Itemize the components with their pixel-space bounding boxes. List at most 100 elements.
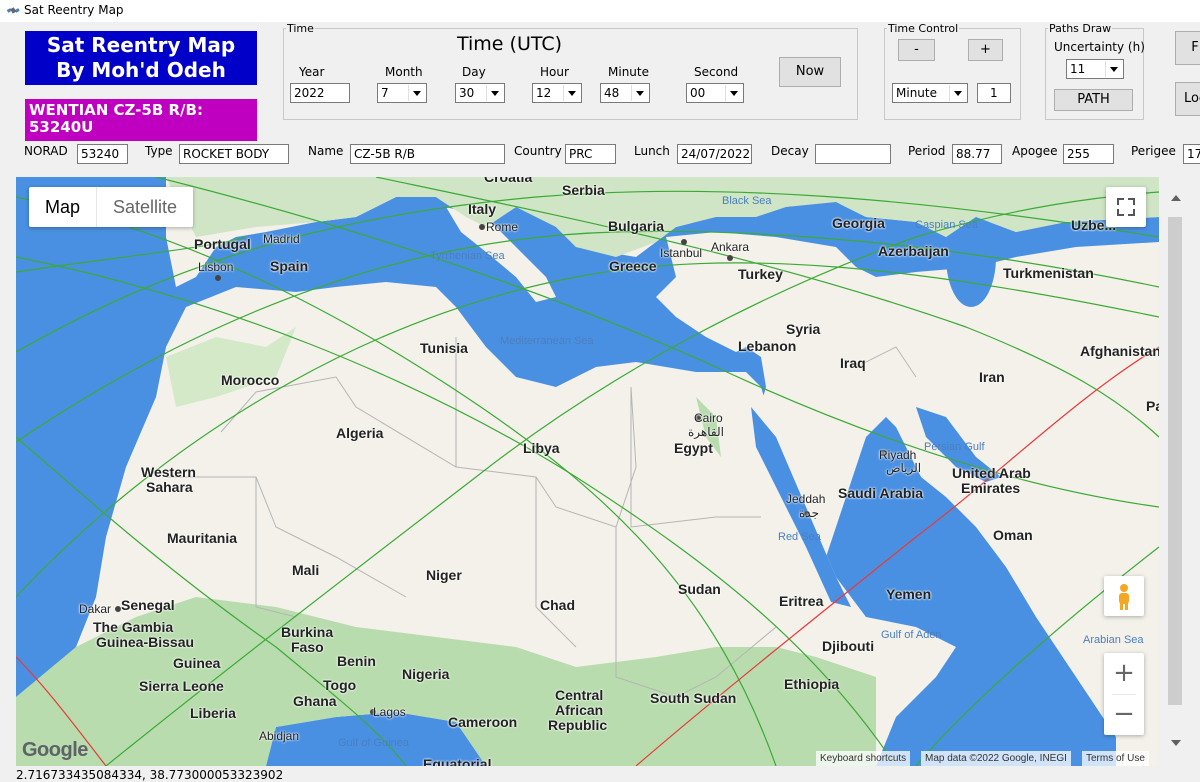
path-button[interactable]: PATH: [1054, 89, 1133, 111]
map-label-lebanon: Lebanon: [738, 338, 797, 354]
scroll-down-icon[interactable]: [1171, 740, 1181, 746]
vertical-scrollbar[interactable]: [1163, 177, 1187, 766]
paths-legend: Paths Draw: [1049, 22, 1112, 35]
keyboard-shortcuts-link[interactable]: Keyboard shortcuts: [816, 751, 911, 766]
map-label-istanbul: Istanbul: [660, 246, 703, 260]
map-label-cameroon: Cameroon: [448, 714, 518, 730]
chevron-down-icon[interactable]: [949, 85, 966, 101]
minute-select[interactable]: 48: [600, 83, 650, 103]
map-view[interactable]: Map Satellite Italy Serbia Bulgaria Geor…: [16, 177, 1159, 766]
uncertainty-label: Uncertainty (h): [1054, 40, 1145, 54]
map-label-pakistan: Pa: [1146, 398, 1159, 414]
time-step-field[interactable]: 1: [977, 83, 1011, 103]
time-minus-button[interactable]: -: [898, 39, 935, 61]
now-button[interactable]: Now: [779, 57, 841, 87]
map-label-ethiopia: Ethiopia: [784, 676, 840, 692]
map-label-morocco: Morocco: [221, 372, 280, 388]
map-label-ankara: Ankara: [711, 240, 750, 254]
map-label-eritrea: Eritrea: [779, 593, 824, 609]
day-value: 30: [459, 86, 475, 100]
map-label-togo: Togo: [323, 677, 357, 693]
map-label-riyadh: Riyadh: [879, 448, 917, 462]
map-label-cairo-arabic: القاهرة: [688, 425, 724, 439]
name-field[interactable]: CZ-5B R/B: [350, 144, 505, 164]
map-label-turkey: Turkey: [738, 266, 783, 282]
year-field[interactable]: 2022: [290, 83, 350, 103]
scroll-up-icon[interactable]: [1171, 195, 1181, 201]
map-label-dakar: Dakar: [79, 602, 112, 616]
time-plus-button[interactable]: +: [968, 39, 1003, 61]
map-label-saudi-arabia: Saudi Arabia: [838, 485, 924, 501]
map-type-map-tab[interactable]: Map: [29, 187, 96, 227]
satellite-icon: [6, 7, 20, 14]
month-select[interactable]: 7: [377, 83, 427, 103]
country-field[interactable]: PRC: [565, 144, 616, 164]
type-label: Type: [145, 144, 173, 158]
map-label-car-line3: Republic: [548, 717, 608, 733]
scrollbar-thumb[interactable]: [1168, 217, 1182, 705]
second-select[interactable]: 00: [686, 83, 744, 103]
period-field[interactable]: 88.77: [952, 144, 1002, 164]
chevron-down-icon[interactable]: [725, 85, 742, 101]
decay-field[interactable]: [815, 144, 891, 164]
loc-button[interactable]: Loc: [1175, 82, 1200, 116]
map-label-gulf-of-aden: Gulf of Aden: [881, 629, 942, 641]
chevron-down-icon[interactable]: [486, 85, 503, 101]
lunch-field[interactable]: 24/07/2022: [677, 144, 752, 164]
map-label-madrid: Madrid: [263, 232, 300, 246]
fullscreen-button[interactable]: [1106, 187, 1146, 227]
map-label-oman: Oman: [993, 527, 1033, 543]
chevron-down-icon[interactable]: [1105, 61, 1122, 77]
map-label-gulf-of-guinea: Gulf of Guinea: [338, 737, 409, 749]
map-label-western-sahara-line1: Western: [141, 464, 196, 480]
type-field[interactable]: ROCKET BODY: [179, 144, 289, 164]
hour-select[interactable]: 12: [532, 83, 582, 103]
time-group-legend: Time: [287, 22, 314, 35]
map-label-uae-line1: United Arab: [952, 465, 1031, 481]
map-label-sudan: Sudan: [678, 581, 721, 597]
map-label-iraq: Iraq: [840, 355, 866, 371]
zoom-in-button[interactable]: +: [1104, 653, 1144, 693]
map-label-burkina-line2: Faso: [291, 639, 324, 655]
time-unit-select[interactable]: Minute: [892, 83, 968, 103]
chevron-down-icon[interactable]: [563, 85, 580, 101]
day-select[interactable]: 30: [455, 83, 505, 103]
terms-of-use-link[interactable]: Terms of Use: [1082, 751, 1149, 766]
google-logo: Google: [22, 739, 88, 761]
minute-label: Minute: [608, 65, 649, 79]
brand-banner: Sat Reentry Map By Moh'd Odeh: [25, 31, 257, 85]
map-label-tunisia: Tunisia: [420, 340, 468, 356]
time-group: Time: [283, 22, 858, 120]
map-label-lagos: Lagos: [373, 705, 406, 719]
second-label: Second: [694, 65, 739, 79]
map-label-car-line1: Central: [555, 687, 604, 703]
map-label-italy: Italy: [468, 201, 497, 217]
map-label-nigeria: Nigeria: [402, 666, 450, 682]
map-label-jeddah-arabic: جدة: [799, 506, 820, 520]
map-label-liberia: Liberia: [190, 705, 236, 721]
street-view-button[interactable]: [1104, 576, 1144, 616]
map-label-georgia: Georgia: [832, 215, 885, 231]
f-button[interactable]: F: [1175, 31, 1200, 65]
map-label-benin: Benin: [337, 653, 376, 669]
apogee-field[interactable]: 255: [1063, 144, 1114, 164]
chevron-down-icon[interactable]: [408, 85, 425, 101]
norad-label: NORAD: [24, 144, 68, 158]
month-label: Month: [385, 65, 423, 79]
hour-label: Hour: [540, 65, 569, 79]
time-control-legend: Time Control: [888, 22, 959, 35]
map-label-libya: Libya: [523, 440, 560, 456]
uncertainty-select[interactable]: 11: [1066, 59, 1124, 79]
map-type-satellite-tab[interactable]: Satellite: [96, 187, 193, 227]
map-label-equatorial: Equatorial: [423, 756, 492, 766]
second-value: 00: [690, 86, 706, 100]
satellite-name-line2: 53240U: [29, 118, 94, 136]
perigee-field[interactable]: 17: [1183, 144, 1200, 164]
map-label-black-sea: Black Sea: [722, 195, 772, 207]
year-label: Year: [299, 65, 325, 79]
norad-field[interactable]: 53240: [77, 144, 128, 164]
map-label-car-line2: African: [555, 702, 604, 718]
map-label-ghana: Ghana: [293, 693, 337, 709]
chevron-down-icon[interactable]: [631, 85, 648, 101]
zoom-out-button[interactable]: −: [1104, 695, 1144, 735]
